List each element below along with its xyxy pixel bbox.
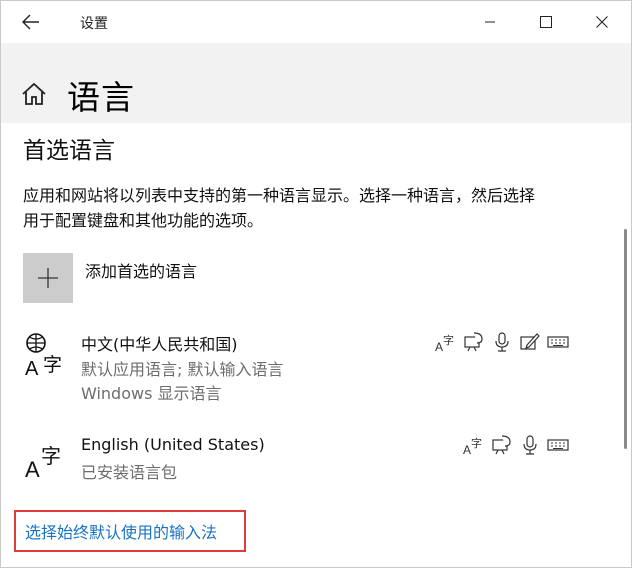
language-pack-icon: A 字 [435,333,454,353]
svg-text:字: 字 [471,436,482,450]
section-description: 应用和网站将以列表中支持的第一种语言显示。选择一种语言，然后选择 用于配置键盘和… [23,183,603,233]
minimize-button[interactable] [467,5,513,39]
arrow-left-icon [22,14,39,30]
language-name: English (United States) [81,435,265,454]
handwriting-icon [520,333,540,350]
description-line: 应用和网站将以列表中支持的第一种语言显示。选择一种语言，然后选择 [23,186,536,205]
microphone-icon [523,435,537,455]
add-language-button[interactable] [23,253,73,303]
svg-text:A: A [25,457,40,479]
speech-icon [492,435,511,455]
keyboard-icon [547,439,569,451]
language-detail: 默认应用语言; 默认输入语言 [81,360,284,379]
section-title: 首选语言 [23,138,115,164]
language-name: 中文(中华人民共和国) [81,335,238,354]
description-line: 用于配置键盘和其他功能的选项。 [23,211,264,230]
close-button[interactable] [579,5,625,39]
settings-window: 设置 语言 首选语言 应用和网站将以列表中支持的第一种语言显示。选择一种语言，然… [0,0,632,568]
speech-icon [464,332,483,352]
scrollbar[interactable] [624,229,627,449]
language-icon: A 字 [25,444,61,479]
back-button[interactable] [15,9,47,35]
language-detail: Windows 显示语言 [81,384,222,403]
svg-text:字: 字 [43,354,62,376]
home-button[interactable] [21,81,49,109]
page-header: 语言 [1,43,631,123]
svg-text:A: A [25,358,39,377]
svg-text:字: 字 [443,333,454,347]
svg-text:字: 字 [41,444,61,468]
plus-icon [38,268,58,288]
language-pack-icon: A 字 [463,436,482,456]
title-bar: 设置 [1,1,631,43]
close-icon [596,16,608,28]
home-icon [22,82,46,105]
microphone-icon [495,332,509,352]
highlight-box: 选择始终默认使用的输入法 [14,510,246,552]
choose-default-input-method-link[interactable]: 选择始终默认使用的输入法 [25,519,217,543]
language-item-en-us[interactable]: A 字 English (United States) 已安装语言包 A 字 [1,428,601,488]
keyboard-icon [547,336,569,348]
svg-text:A: A [435,340,443,353]
language-detail: 已安装语言包 [81,463,178,482]
window-title: 设置 [80,16,108,32]
add-language-label[interactable]: 添加首选的语言 [85,258,197,282]
maximize-icon [540,16,552,28]
language-item-zh-cn[interactable]: A 字 中文(中华人民共和国) 默认应用语言; 默认输入语言 Windows 显… [1,323,601,413]
minimize-icon [485,21,495,23]
language-globe-icon: A 字 [25,333,62,377]
main-content: 首选语言 应用和网站将以列表中支持的第一种语言显示。选择一种语言，然后选择 用于… [1,123,631,567]
svg-text:A: A [463,443,471,456]
maximize-button[interactable] [523,5,569,39]
page-title: 语言 [67,78,135,117]
